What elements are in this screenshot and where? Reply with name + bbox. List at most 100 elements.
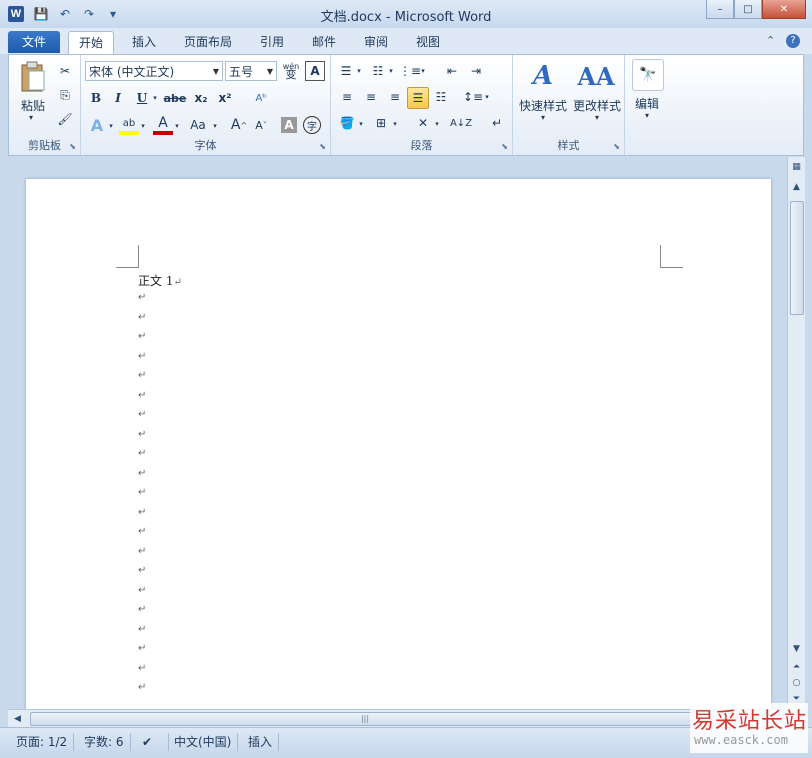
char-shading-icon[interactable]: A [281, 117, 297, 133]
align-left-icon[interactable]: ≡ [337, 88, 357, 106]
empty-paragraph-mark[interactable]: ↵ [138, 624, 146, 635]
chinese-layout-icon[interactable]: ✕ [413, 113, 433, 133]
empty-paragraph-mark[interactable]: ↵ [138, 546, 146, 557]
scroll-down-icon[interactable]: ▼ [789, 641, 804, 656]
shrink-font-icon[interactable]: Aˇ [251, 115, 271, 135]
body-text-line[interactable]: 正文 1↵ [138, 272, 182, 289]
phonetic-guide-icon[interactable]: wén 变 [281, 61, 301, 81]
highlight-icon[interactable]: ab [119, 115, 139, 135]
proofing-icon[interactable]: ✔ [136, 733, 169, 751]
styles-launcher-icon[interactable]: ⬊ [613, 142, 620, 151]
paste-button[interactable]: 粘贴 [15, 97, 51, 114]
numbering-icon[interactable]: ☷ [369, 63, 387, 79]
empty-paragraph-mark[interactable]: ↵ [138, 585, 146, 596]
distributed-icon[interactable]: ☷ [431, 88, 451, 106]
font-color-icon[interactable]: A [153, 115, 173, 135]
text-effects-icon[interactable]: A [87, 115, 107, 135]
empty-paragraph-mark[interactable]: ↵ [138, 487, 146, 498]
empty-paragraph-mark[interactable]: ↵ [138, 448, 146, 459]
horizontal-scrollbar[interactable]: ◀ ||| [8, 709, 786, 727]
show-marks-icon[interactable]: ↵ [487, 113, 507, 133]
cut-icon[interactable]: ✂ [57, 63, 73, 79]
copy-icon[interactable]: ⎘ [57, 87, 73, 103]
editing-dropdown-icon[interactable]: ▾ [641, 111, 653, 120]
change-styles-icon[interactable]: AA [577, 59, 614, 93]
ruler-toggle-icon[interactable]: ▦ [789, 159, 804, 174]
clipboard-launcher-icon[interactable]: ⬊ [69, 142, 76, 151]
quick-styles-icon[interactable]: A [527, 59, 559, 93]
document-page[interactable]: 正文 1↵ ↵ ↵ ↵ ↵ ↵ ↵ ↵ ↵ ↵ ↵ ↵ ↵ ↵ ↵ ↵ ↵ ↵ ↵ ↵ ↵ ↵ [26, 179, 771, 709]
status-insert-mode[interactable]: 插入 [242, 733, 280, 751]
justify-icon[interactable]: ☰ [407, 87, 429, 109]
tab-mailings[interactable]: 邮件 [302, 31, 346, 53]
empty-paragraph-mark[interactable]: ↵ [138, 565, 146, 576]
empty-paragraph-mark[interactable]: ↵ [138, 507, 146, 518]
tab-review[interactable]: 审阅 [354, 31, 398, 53]
shading-dropdown-icon[interactable]: ▾ [357, 115, 365, 133]
font-color-dropdown-icon[interactable]: ▾ [173, 117, 181, 135]
italic-button[interactable]: I [109, 89, 127, 107]
empty-paragraph-mark[interactable]: ↵ [138, 429, 146, 440]
change-case-dropdown-icon[interactable]: ▾ [211, 117, 219, 135]
empty-paragraph-mark[interactable]: ↵ [138, 312, 146, 323]
editing-button[interactable]: 编辑 [629, 95, 665, 112]
highlight-dropdown-icon[interactable]: ▾ [139, 117, 147, 135]
line-spacing-icon[interactable]: ↕≡ [463, 88, 483, 106]
empty-paragraph-mark[interactable]: ↵ [138, 663, 146, 674]
decrease-indent-icon[interactable]: ⇤ [443, 63, 461, 79]
tab-page-layout[interactable]: 页面布局 [174, 31, 242, 53]
empty-paragraph-mark[interactable]: ↵ [138, 390, 146, 401]
status-page[interactable]: 页面: 1/2 [10, 733, 75, 751]
vertical-scroll-thumb[interactable] [790, 201, 804, 315]
superscript-button[interactable]: x² [215, 89, 235, 107]
horizontal-scroll-thumb[interactable]: ||| [30, 712, 700, 726]
tab-view[interactable]: 视图 [406, 31, 450, 53]
empty-paragraph-mark[interactable]: ↵ [138, 526, 146, 537]
scroll-up-icon[interactable]: ▲ [789, 179, 804, 194]
quick-styles-dropdown-icon[interactable]: ▾ [537, 113, 549, 122]
chinese-layout-dropdown-icon[interactable]: ▾ [433, 115, 441, 133]
minimize-ribbon-icon[interactable]: ⌃ [766, 34, 775, 47]
empty-paragraph-mark[interactable]: ↵ [138, 409, 146, 420]
tab-references[interactable]: 引用 [250, 31, 294, 53]
empty-paragraph-mark[interactable]: ↵ [138, 331, 146, 342]
vertical-scrollbar[interactable]: ▦ ▲ ▼ ⏶ ○ ⏷ [787, 157, 805, 709]
numbering-dropdown-icon[interactable]: ▾ [387, 63, 395, 79]
strikethrough-button[interactable]: abe [163, 89, 187, 107]
bullets-dropdown-icon[interactable]: ▾ [355, 63, 363, 79]
quick-styles-button[interactable]: 快速样式 [515, 97, 571, 114]
subscript-button[interactable]: x₂ [191, 89, 211, 107]
char-border-icon[interactable]: A [305, 61, 325, 81]
borders-dropdown-icon[interactable]: ▾ [391, 115, 399, 133]
enclose-chars-icon[interactable]: 字 [303, 116, 321, 134]
empty-paragraph-mark[interactable]: ↵ [138, 468, 146, 479]
underline-button[interactable]: U [133, 89, 151, 107]
font-name-combo[interactable]: 宋体 (中文正文) ▼ [85, 61, 223, 81]
font-launcher-icon[interactable]: ⬊ [319, 142, 326, 151]
paste-dropdown-icon[interactable]: ▾ [25, 113, 37, 122]
empty-paragraph-mark[interactable]: ↵ [138, 682, 146, 693]
binoculars-icon[interactable]: 🔭 [632, 59, 664, 91]
bold-button[interactable]: B [87, 89, 105, 107]
previous-page-icon[interactable]: ⏶ [789, 659, 804, 674]
bullets-icon[interactable]: ☰ [337, 63, 355, 79]
empty-paragraph-mark[interactable]: ↵ [138, 604, 146, 615]
empty-paragraph-mark[interactable]: ↵ [138, 370, 146, 381]
tab-insert[interactable]: 插入 [122, 31, 166, 53]
grow-font-icon[interactable]: A ^ [229, 115, 249, 135]
maximize-button[interactable]: □ [734, 0, 762, 19]
browse-object-icon[interactable]: ○ [789, 675, 804, 690]
status-word-count[interactable]: 字数: 6 [78, 733, 131, 751]
change-styles-button[interactable]: 更改样式 [569, 97, 625, 114]
font-size-combo[interactable]: 五号 ▼ [225, 61, 277, 81]
change-styles-dropdown-icon[interactable]: ▾ [591, 113, 603, 122]
clear-formatting-icon[interactable]: Aᵇ [251, 89, 271, 107]
align-center-icon[interactable]: ≡ [361, 88, 381, 106]
underline-dropdown-icon[interactable]: ▾ [151, 89, 159, 107]
paragraph-launcher-icon[interactable]: ⬊ [501, 142, 508, 151]
scroll-left-icon[interactable]: ◀ [10, 711, 25, 726]
tab-file[interactable]: 文件 [8, 31, 60, 53]
empty-paragraph-mark[interactable]: ↵ [138, 351, 146, 362]
format-painter-icon[interactable]: 🖌 [57, 111, 73, 127]
paste-icon[interactable] [17, 59, 49, 95]
